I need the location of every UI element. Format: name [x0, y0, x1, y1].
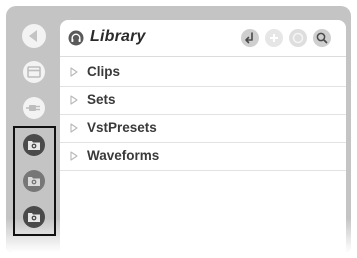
list-item-label: Clips [87, 64, 121, 79]
list-item-label: Waveforms [87, 148, 160, 163]
expand-triangle-icon[interactable] [70, 151, 78, 161]
list-item[interactable]: Sets [60, 86, 346, 115]
expand-triangle-icon[interactable] [70, 67, 78, 77]
browser-window: Library Clips Sets VstPresets Waveforms [0, 0, 357, 258]
device-plug-icon[interactable] [20, 94, 48, 122]
back-arrow-icon[interactable] [20, 22, 48, 50]
list-item-label: VstPresets [87, 120, 157, 135]
add-icon[interactable] [264, 28, 284, 48]
list-item[interactable]: Clips [60, 58, 346, 87]
toggle-icon[interactable] [288, 28, 308, 48]
library-header: Library [60, 20, 346, 57]
expand-triangle-icon[interactable] [70, 123, 78, 133]
list-item[interactable]: VstPresets [60, 114, 346, 143]
library-panel: Library Clips Sets VstPresets Waveforms [60, 20, 346, 256]
search-icon[interactable] [312, 28, 332, 48]
list-item[interactable]: Waveforms [60, 142, 346, 171]
folder-place-icon-3[interactable] [20, 203, 48, 231]
expand-triangle-icon[interactable] [70, 95, 78, 105]
panel-bottom-fade [60, 216, 346, 256]
folder-place-icon-1[interactable] [20, 131, 48, 159]
clip-view-icon[interactable] [20, 58, 48, 86]
headphones-icon [68, 30, 84, 46]
folder-place-icon-2[interactable] [20, 167, 48, 195]
list-item-label: Sets [87, 92, 116, 107]
parent-folder-icon[interactable] [240, 28, 260, 48]
page-title: Library [90, 28, 146, 45]
